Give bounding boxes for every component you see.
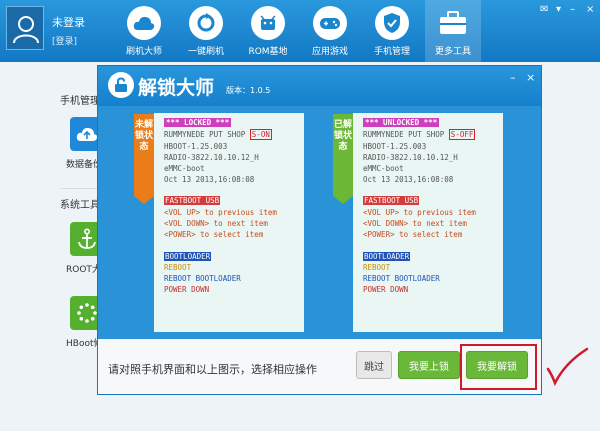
toolbox-icon	[440, 11, 466, 34]
dialog-body: 未解锁状态 *** LOCKED *** RUMMYNEDE PUT SHOP …	[98, 106, 541, 339]
s-on-badge: S-ON	[249, 129, 272, 140]
root-label: ROOT大	[66, 265, 101, 275]
close-icon[interactable]: ×	[586, 4, 594, 15]
skin-icon[interactable]: ✉	[540, 4, 548, 15]
user-name: 未登录	[52, 16, 85, 29]
user-icon	[13, 16, 39, 43]
dialog-title: 解锁大师	[138, 77, 215, 99]
anchor-icon	[78, 228, 96, 249]
shield-icon	[384, 13, 400, 33]
unlocked-bootloader-screen: *** UNLOCKED *** RUMMYNEDE PUT SHOP S-OF…	[353, 113, 503, 332]
upload-cloud-icon	[76, 127, 98, 141]
section-title-phone-manage: 手机管理	[60, 96, 100, 107]
dialog-close-icon[interactable]: ×	[526, 71, 535, 84]
login-link[interactable]: [登录]	[52, 34, 77, 47]
checkmark-annotation-icon	[546, 347, 589, 387]
unlocked-status: *** UNLOCKED ***	[363, 118, 440, 127]
menu-icon[interactable]: ▾	[556, 4, 561, 15]
instruction-text: 请对照手机界面和以上图示，选择相应操作	[108, 363, 317, 376]
nav-more-tools[interactable]: 更多工具	[425, 0, 481, 62]
minimize-icon[interactable]: –	[570, 4, 575, 15]
unlock-highlight-box	[460, 344, 537, 390]
dialog-minimize-icon[interactable]: –	[510, 71, 516, 84]
cloud-icon	[133, 16, 155, 30]
android-icon	[260, 15, 276, 30]
top-bar: 未登录 [登录] 刷机大师 一键刷机 ROM基地 应用游戏 手机管理 更多工具 …	[0, 0, 600, 62]
locked-bootloader-screen: *** LOCKED *** RUMMYNEDE PUT SHOP S-ON H…	[154, 113, 304, 332]
lock-button[interactable]: 我要上锁	[398, 351, 460, 379]
lock-logo	[108, 72, 134, 98]
gamepad-icon	[320, 18, 340, 29]
s-off-badge: S-OFF	[448, 129, 476, 140]
section-title-system-tools: 系统工具	[60, 200, 100, 211]
unlocked-state-ribbon: 已解锁状态	[333, 114, 353, 204]
dialog-header: 解锁大师 版本：1.0.5 – ×	[98, 66, 541, 106]
lock-icon	[115, 77, 127, 92]
nav-flash-master[interactable]: 刷机大师	[116, 0, 172, 62]
nav-one-key-flash[interactable]: 一键刷机	[178, 0, 234, 62]
nav-apps-games[interactable]: 应用游戏	[302, 0, 358, 62]
nav-phone-manage[interactable]: 手机管理	[364, 0, 420, 62]
skip-button[interactable]: 跳过	[356, 351, 392, 379]
avatar[interactable]	[6, 6, 44, 50]
locked-status: *** LOCKED ***	[164, 118, 232, 127]
locked-state-ribbon: 未解锁状态	[134, 114, 154, 204]
divider	[60, 188, 100, 189]
refresh-icon	[197, 13, 215, 32]
loading-icon	[77, 303, 97, 323]
dialog-version: 版本：1.0.5	[226, 86, 271, 95]
nav-rom-base[interactable]: ROM基地	[240, 0, 296, 62]
